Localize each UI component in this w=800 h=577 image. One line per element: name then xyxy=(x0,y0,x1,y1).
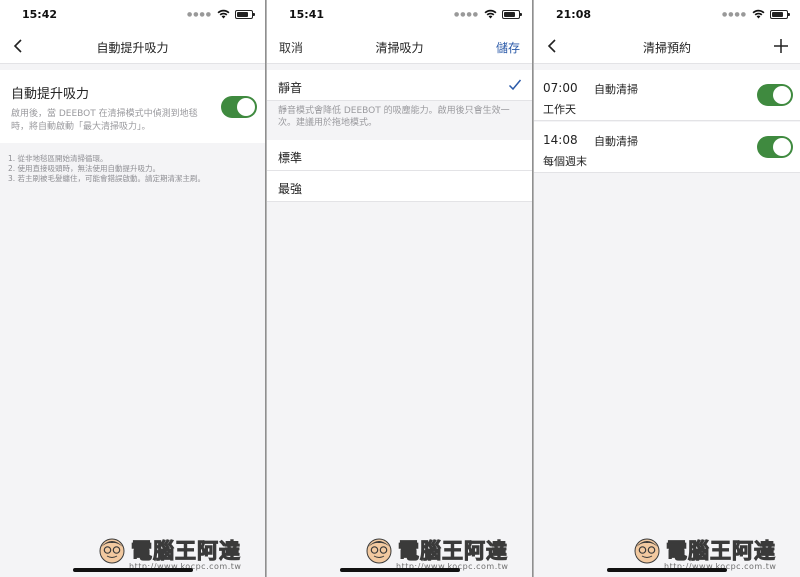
watermark: 電腦王阿達 http://www.kocpc.com.tw xyxy=(626,533,796,573)
wifi-icon xyxy=(484,9,497,19)
schedule-item[interactable]: 14:08 自動清掃 每個週末 xyxy=(534,122,800,173)
watermark-logo xyxy=(366,538,392,564)
watermark: 電腦王阿達 http://www.kocpc.com.tw xyxy=(91,533,261,573)
home-indicator[interactable] xyxy=(607,568,727,572)
screen-suction-power: 15:41 ●●●● 取消 清掃吸力 儲存 靜音 靜音模式會降低 DEEBOT … xyxy=(267,0,533,577)
screen-auto-boost: 15:42 ●●●● 自動提升吸力 自動提升吸力 啟用後，當 DEEBOT 在清… xyxy=(0,0,266,577)
schedule-time: 07:00 xyxy=(543,81,578,95)
auto-boost-setting: 自動提升吸力 啟用後，當 DEEBOT 在清掃模式中偵測到地毯時，將自動啟動「最… xyxy=(0,70,265,143)
option-label: 最強 xyxy=(278,182,303,196)
watermark-logo xyxy=(99,538,125,564)
option-label: 靜音 xyxy=(278,81,303,95)
setting-title: 自動提升吸力 xyxy=(11,87,90,102)
status-bar: 21:08 ●●●● xyxy=(534,0,800,30)
battery-icon xyxy=(502,9,522,19)
save-button[interactable]: 儲存 xyxy=(496,39,520,56)
page-title: 清掃預約 xyxy=(642,41,691,55)
watermark-brand: 電腦王阿達 xyxy=(666,539,776,564)
watermark: 電腦王阿達 http://www.kocpc.com.tw xyxy=(358,533,528,573)
schedule-repeat: 每個週末 xyxy=(543,155,587,168)
signal-icon: ●●●● xyxy=(187,10,212,18)
watermark-brand: 電腦王阿達 xyxy=(131,539,241,564)
wifi-icon xyxy=(217,9,230,19)
option-standard[interactable]: 標準 xyxy=(267,140,532,171)
schedule-item[interactable]: 07:00 自動清掃 工作天 xyxy=(534,70,800,121)
signal-icon: ●●●● xyxy=(454,10,479,18)
nav-bar: 取消 清掃吸力 儲存 xyxy=(267,30,532,64)
schedule-time: 14:08 xyxy=(543,133,578,147)
watermark-brand: 電腦王阿達 xyxy=(398,539,508,564)
battery-icon xyxy=(770,9,790,19)
status-time: 15:42 xyxy=(22,8,58,21)
home-indicator[interactable] xyxy=(339,568,460,572)
battery-icon xyxy=(235,9,255,19)
setting-description: 啟用後，當 DEEBOT 在清掃模式中偵測到地毯時，將自動啟動「最大清掃吸力」。 xyxy=(11,109,198,132)
screen-schedule: 21:08 ●●●● 清掃預約 07:00 自動清掃 工作天 14:08 自動清… xyxy=(534,0,800,577)
nav-bar: 自動提升吸力 xyxy=(0,30,265,64)
checkmark-icon xyxy=(508,79,522,91)
schedule-mode: 自動清掃 xyxy=(594,83,638,96)
status-bar: 15:41 ●●●● xyxy=(267,0,532,30)
watermark-logo xyxy=(634,538,660,564)
schedule-toggle[interactable] xyxy=(757,84,793,106)
notes: 1. 從非地毯區開始清掃循環。 2. 使用直接吸頭時，無法使用自動提升吸力。 3… xyxy=(8,154,205,184)
plus-icon[interactable] xyxy=(772,37,790,55)
auto-boost-toggle[interactable] xyxy=(221,96,257,118)
note-item: 2. 使用直接吸頭時，無法使用自動提升吸力。 xyxy=(8,164,161,173)
schedule-repeat: 工作天 xyxy=(543,103,576,116)
status-time: 15:41 xyxy=(289,8,325,21)
page-title: 自動提升吸力 xyxy=(96,41,169,55)
status-bar: 15:42 ●●●● xyxy=(0,0,265,30)
quiet-mode-hint: 靜音模式會降低 DEEBOT 的吸塵能力。啟用後只會生效一次。建議用於拖地模式。 xyxy=(278,106,510,128)
home-indicator[interactable] xyxy=(72,568,193,572)
note-item: 1. 從非地毯區開始清掃循環。 xyxy=(8,154,108,163)
page: 15:42 ●●●● 自動提升吸力 自動提升吸力 啟用後，當 DEEBOT 在清… xyxy=(0,0,800,577)
status-time: 21:08 xyxy=(556,8,592,21)
schedule-toggle[interactable] xyxy=(757,136,793,158)
page-title: 清掃吸力 xyxy=(375,41,424,55)
signal-icon: ●●●● xyxy=(722,10,747,18)
option-quiet[interactable]: 靜音 xyxy=(267,70,532,101)
schedule-mode: 自動清掃 xyxy=(594,135,638,148)
option-max[interactable]: 最強 xyxy=(267,171,532,202)
nav-bar: 清掃預約 xyxy=(534,30,800,64)
wifi-icon xyxy=(752,9,765,19)
option-label: 標準 xyxy=(278,151,303,165)
note-item: 3. 若主刷被毛髮纏住，可能會錯誤啟動。請定期清潔主刷。 xyxy=(8,174,206,183)
